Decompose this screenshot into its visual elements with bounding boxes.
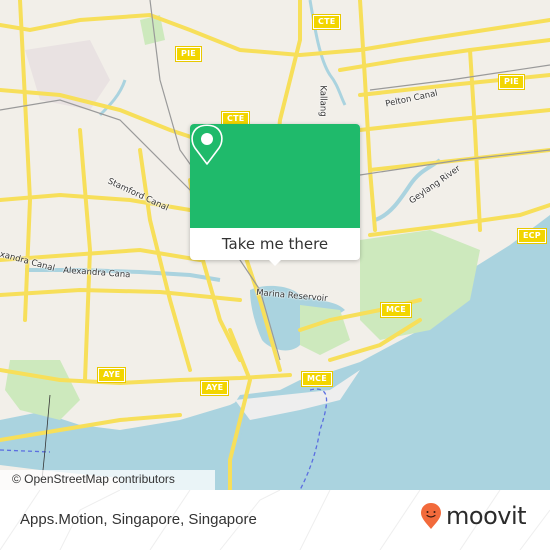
attribution-text[interactable]: © OpenStreetMap contributors — [12, 472, 175, 486]
popup-header — [190, 124, 360, 228]
place-name: Apps.Motion, Singapore, Singapore — [20, 511, 257, 528]
road-vertical-3 — [18, 0, 33, 322]
road-vertical-1 — [358, 0, 377, 232]
park-west — [5, 360, 80, 420]
highway-shield-mce: MCE — [380, 302, 412, 318]
highway-shield-aye: AYE — [96, 367, 127, 383]
footer-bar: Apps.Motion, Singapore, Singapore moovit — [0, 490, 550, 550]
park-gardens — [300, 305, 350, 355]
highway-shield-pie: PIE — [498, 74, 525, 90]
moovit-wordmark: moovit — [446, 502, 527, 530]
destination-popup: Take me there — [190, 124, 360, 266]
popup-pointer — [267, 258, 283, 266]
road-main-2 — [358, 108, 550, 132]
urban-area — [25, 40, 110, 110]
moovit-logo[interactable]: moovit — [420, 502, 527, 530]
highway-shield-aye: AYE — [199, 380, 230, 396]
moovit-pin-icon — [421, 503, 441, 529]
highway-shield-pie: PIE — [175, 46, 202, 62]
take-me-there-button[interactable]: Take me there — [190, 228, 360, 260]
map-pin-icon — [191, 124, 223, 165]
road-pie-east — [338, 38, 550, 72]
label-kallang: Kallang — [317, 85, 328, 117]
map[interactable]: CTE PIE CTE PIE ECP MCE MCE AYE AYE Geyl… — [0, 0, 550, 490]
road-west-3 — [0, 287, 242, 302]
highway-shield-ecp: ECP — [517, 228, 547, 244]
osm-attribution[interactable]: © OpenStreetMap contributors — [0, 470, 215, 490]
highway-shield-cte: CTE — [311, 14, 342, 30]
highway-shield-mce: MCE — [301, 371, 333, 387]
